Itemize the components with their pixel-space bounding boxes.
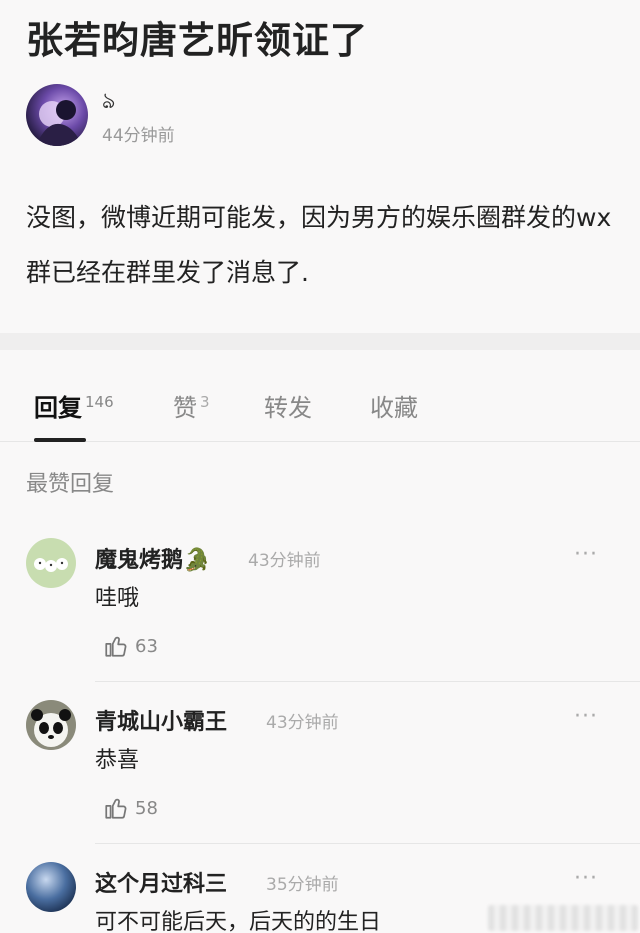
active-tab-indicator bbox=[34, 438, 86, 442]
section-divider bbox=[0, 333, 640, 350]
section-label: 最赞回复 bbox=[26, 472, 115, 497]
tab-reposts-label: 转发 bbox=[264, 394, 312, 422]
tab-reposts[interactable]: 转发 bbox=[264, 388, 312, 423]
comment-divider bbox=[95, 681, 640, 682]
like-button[interactable]: 63 bbox=[103, 632, 158, 660]
tab-bar: 回复 146 赞3 转发 收藏 bbox=[0, 350, 640, 442]
commenter-avatar[interactable] bbox=[26, 700, 76, 750]
like-count: 58 bbox=[135, 797, 158, 819]
comment-text: 恭喜 bbox=[95, 748, 140, 773]
tab-likes-count: 3 bbox=[200, 393, 210, 411]
watermark bbox=[488, 905, 638, 931]
author-name[interactable]: ঌ bbox=[102, 84, 115, 121]
tab-replies[interactable]: 回复 146 bbox=[34, 388, 114, 423]
commenter-name[interactable]: 魔鬼烤鹅🐊 bbox=[95, 542, 210, 574]
more-options-icon[interactable]: ··· bbox=[574, 704, 598, 729]
post-time: 44分钟前 bbox=[102, 126, 175, 146]
comment-time: 43分钟前 bbox=[248, 551, 321, 571]
comment-item: 魔鬼烤鹅🐊 43分钟前 ··· 哇哦 63 bbox=[0, 538, 640, 698]
tab-likes-label: 赞 bbox=[173, 394, 197, 422]
tab-favorites-label: 收藏 bbox=[370, 394, 418, 422]
tab-favorites[interactable]: 收藏 bbox=[370, 388, 418, 423]
commenter-name[interactable]: 青城山小霸王 bbox=[95, 704, 227, 736]
thumbs-up-icon bbox=[105, 798, 127, 819]
tab-likes[interactable]: 赞3 bbox=[173, 388, 210, 423]
post-title: 张若昀唐艺昕领证了 bbox=[26, 19, 368, 62]
comment-item: 青城山小霸王 43分钟前 ··· 恭喜 58 bbox=[0, 700, 640, 860]
tab-replies-label: 回复 bbox=[34, 394, 82, 422]
comment-time: 35分钟前 bbox=[266, 875, 339, 895]
post-body: 没图，微博近期可能发，因为男方的娱乐圈群发的wx群已经在群里发了消息了. bbox=[26, 203, 612, 287]
comment-text: 哇哦 bbox=[95, 586, 140, 611]
like-button[interactable]: 58 bbox=[103, 794, 158, 822]
avatar-image bbox=[36, 100, 82, 146]
tab-replies-count: 146 bbox=[85, 393, 114, 411]
avatar-image bbox=[34, 558, 68, 572]
comment-divider bbox=[95, 843, 640, 844]
commenter-avatar[interactable] bbox=[26, 538, 76, 588]
thumbs-up-icon bbox=[105, 636, 127, 657]
commenter-avatar[interactable] bbox=[26, 862, 76, 912]
like-count: 63 bbox=[135, 635, 158, 657]
comment-time: 43分钟前 bbox=[266, 713, 339, 733]
author-avatar[interactable] bbox=[26, 84, 88, 146]
more-options-icon[interactable]: ··· bbox=[574, 542, 598, 567]
comment-text: 可不可能后天，后天的的生日 bbox=[95, 910, 382, 933]
more-options-icon[interactable]: ··· bbox=[574, 866, 598, 891]
commenter-name[interactable]: 这个月过科三 bbox=[95, 866, 227, 898]
avatar-image bbox=[26, 700, 76, 750]
